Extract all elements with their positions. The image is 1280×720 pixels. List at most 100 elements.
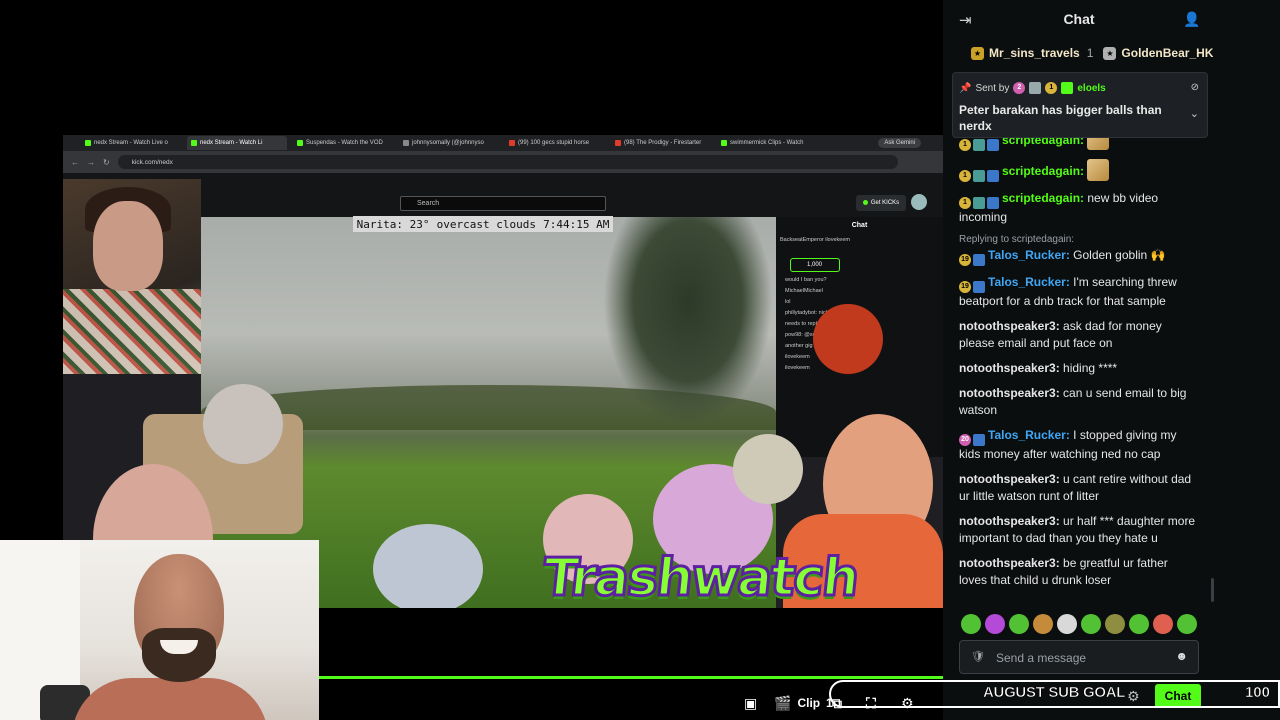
chat-username[interactable]: Talos_Rucker (988, 248, 1066, 262)
browser-tab: nedx Stream - Watch Live o (81, 136, 181, 150)
tab-label: (99) 100 gecs stupid horse (518, 140, 590, 146)
video-player[interactable]: nedx Stream - Watch Live o nedx Stream - … (0, 0, 943, 720)
badge-icon (973, 197, 985, 209)
emote-icon[interactable] (961, 614, 981, 634)
reply-context: Replying to scriptedagain: (959, 234, 1075, 245)
chevron-down-icon[interactable]: ⌄ (1190, 107, 1199, 120)
reload-icon: ↻ (103, 157, 110, 167)
collapse-chat-icon[interactable]: ⇥ (959, 11, 972, 29)
emote-icon[interactable] (985, 614, 1005, 634)
chat-username[interactable]: notoothspeaker3 (959, 514, 1056, 528)
trashwatch-banner: Trashwatch (538, 547, 862, 610)
top-gifters: ★ Mr_sins_travels 1 ★ GoldenBear_HK (943, 40, 1215, 66)
chat-message[interactable]: notoothspeaker3: u cant retire without d… (959, 471, 1197, 505)
tab-label: swimmermick Clips - Watch (730, 140, 804, 146)
favicon-icon (509, 140, 515, 146)
chat-username[interactable]: notoothspeaker3 (959, 472, 1056, 486)
badge-icon: 19 (959, 281, 971, 293)
gifter[interactable]: ★ GoldenBear_HK (1103, 46, 1215, 60)
tab-label: nedx Stream - Watch Li (200, 140, 263, 146)
chat-message[interactable]: notoothspeaker3: ur half *** daughter mo… (959, 513, 1197, 547)
pinned-text: Peter barakan has bigger balls than nerd… (959, 103, 1162, 133)
pinned-sender: 📌 Sent by 2 1 eloels (959, 82, 1106, 94)
chat-message[interactable]: 19 Talos_Rucker: Golden goblin 🙌 (959, 247, 1197, 266)
emote-icon[interactable] (1177, 614, 1197, 634)
weather-time: 7:44:15 AM (543, 217, 610, 231)
chat-username[interactable]: scriptedagain (1002, 191, 1080, 205)
favicon-icon (403, 140, 409, 146)
chat-sidebar: Chat ⇥ 👤 ★ Mr_sins_travels 1 ★ GoldenBear_HK… (943, 0, 1280, 720)
emote-icon[interactable] (1153, 614, 1173, 634)
browser-tab: Suspendas - Watch the VOD (293, 136, 393, 150)
badge-icon (973, 434, 985, 446)
badge-icon (1061, 82, 1074, 94)
badge-icon: 20 (959, 434, 971, 446)
chat-message[interactable]: notoothspeaker3: ask dad for money pleas… (959, 318, 1197, 352)
inner-chat-panel: Chat BackseatEmperor ilovekeem 1,000 wou… (776, 217, 943, 457)
chat-username[interactable]: scriptedagain (1002, 164, 1080, 178)
emote-icon[interactable] (1081, 614, 1101, 634)
inner-chat-kicks: 1,000 (790, 258, 840, 272)
badge-icon: 1 (959, 139, 971, 151)
badge-icon (973, 170, 985, 182)
badge-icon: 1 (1045, 82, 1058, 94)
chat-message[interactable]: 1 scriptedagain: (959, 159, 1197, 182)
emote-icon[interactable] (1033, 614, 1053, 634)
chat-message[interactable]: notoothspeaker3: hiding **** (959, 360, 1197, 377)
pinned-message[interactable]: 📌 Sent by 2 1 eloels Peter barakan has b… (952, 72, 1208, 138)
badge-icon: 1 (959, 197, 971, 209)
badge-icon (973, 254, 985, 266)
back-icon: ← (71, 157, 79, 167)
clapper-icon: 🎬 (774, 695, 792, 711)
emote-icon[interactable] (1105, 614, 1125, 634)
chat-message[interactable]: notoothspeaker3: be greatful ur father l… (959, 555, 1197, 589)
chat-username[interactable]: notoothspeaker3 (959, 361, 1056, 375)
badge-icon: 19 (959, 254, 971, 266)
beard (142, 628, 216, 682)
progress-bar[interactable] (319, 676, 943, 679)
chat-scrollbar[interactable] (1211, 578, 1214, 602)
emoji-icon[interactable]: ☻ (1175, 649, 1188, 663)
gifter[interactable]: ★ Mr_sins_travels 1 (971, 46, 1093, 60)
ask-gemini-button: Ask Gemini (878, 138, 921, 148)
streamer-face (93, 201, 163, 291)
weather-conditions: overcast clouds (436, 217, 536, 231)
inner-chat-line: pow98: @scripter (785, 332, 828, 338)
chat-message[interactable]: 19 Talos_Rucker: I'm searching threw beat… (959, 274, 1197, 310)
chat-input[interactable] (996, 649, 1166, 667)
chat-message[interactable]: notoothspeaker3: can u send email to big… (959, 385, 1197, 419)
chat-text: hiding **** (1063, 361, 1118, 375)
gifter-name: GoldenBear_HK (1121, 46, 1214, 60)
chat-username[interactable]: Talos_Rucker (988, 428, 1066, 442)
chat-input-box[interactable]: 🛡 ☻ (959, 640, 1199, 674)
chat-users-icon[interactable]: 👤 (1183, 11, 1200, 28)
inner-chat-title: Chat (851, 222, 868, 229)
chat-username[interactable]: notoothspeaker3 (959, 386, 1056, 400)
inner-chat-line: lol (785, 299, 791, 305)
emote-image (1087, 159, 1110, 181)
emote-icon[interactable] (1057, 614, 1077, 634)
emote-icon[interactable] (1129, 614, 1149, 634)
sub-goal-overlay: AUGUST SUB GOAL 100 (829, 680, 1280, 708)
pinned-sent-by-label: Sent by (975, 82, 1010, 94)
app-root: nedx Stream - Watch Live o nedx Stream - … (0, 0, 1280, 720)
chat-username[interactable]: notoothspeaker3 (959, 319, 1056, 333)
shared-screen: nedx Stream - Watch Live o nedx Stream - … (63, 135, 943, 608)
gift-badge-icon: ★ (971, 46, 984, 60)
theater-mode-button[interactable]: ▣ (744, 694, 757, 712)
url-field: kick.com/nedx (117, 155, 898, 169)
chat-message[interactable]: 1 scriptedagain: new bb video incoming (959, 190, 1197, 226)
unpin-icon[interactable]: ⊘ (1191, 82, 1199, 93)
gifter-count: 1 (1086, 46, 1094, 60)
chat-username[interactable]: notoothspeaker3 (959, 556, 1056, 570)
emote-icon[interactable] (1009, 614, 1029, 634)
badge-icon: 1 (959, 170, 971, 182)
favicon-icon (615, 140, 621, 146)
browser-tab: nedx Stream - Watch Li (187, 136, 287, 150)
chat-title: Chat (1063, 11, 1095, 27)
chat-username[interactable]: Talos_Rucker (988, 275, 1066, 289)
clip-button[interactable]: 🎬 Clip (774, 694, 820, 712)
user-badges: 1 (959, 139, 999, 151)
chat-message[interactable]: 20 Talos_Rucker: I stopped giving my kids… (959, 427, 1197, 463)
user-badges: 20 (959, 434, 985, 446)
